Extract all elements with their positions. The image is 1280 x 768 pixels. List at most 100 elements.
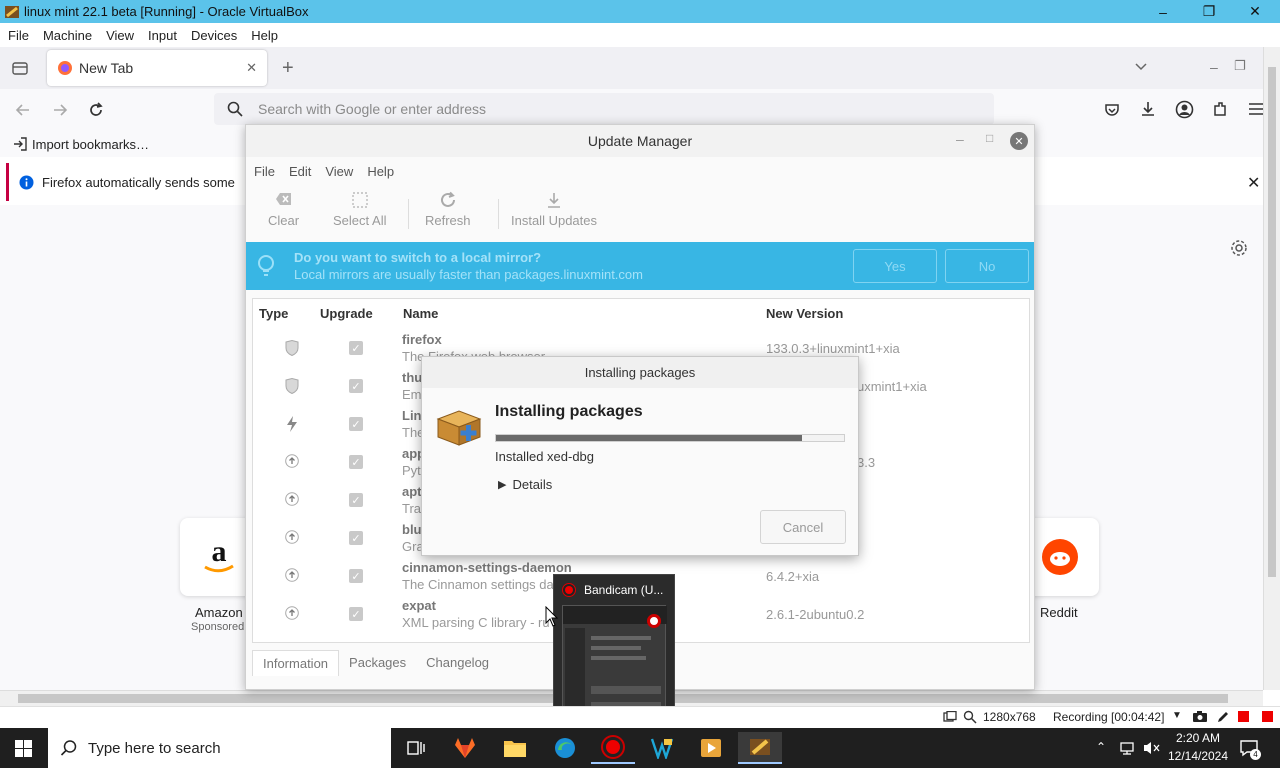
banner-yes-button[interactable]: Yes	[853, 249, 937, 283]
guest-restore-icon[interactable]: ❐	[1234, 58, 1246, 74]
task-view-icon[interactable]	[394, 732, 438, 764]
mouse-cursor-icon	[545, 606, 559, 628]
close-button[interactable]: ✕	[1232, 0, 1278, 23]
upgrade-checkbox[interactable]: ✓	[349, 455, 363, 469]
virtualbox-taskbar-icon[interactable]	[738, 732, 782, 764]
taskbar-clock-time[interactable]: 2:20 AM	[1168, 731, 1228, 745]
stop-red-square-icon-2[interactable]	[1262, 711, 1273, 722]
banner-no-button[interactable]: No	[945, 249, 1029, 283]
clear-button[interactable]: Clear	[268, 191, 299, 228]
upgrade-checkbox[interactable]: ✓	[349, 493, 363, 507]
screen-icon[interactable]	[943, 711, 957, 724]
vertical-scrollbar[interactable]	[1263, 47, 1280, 690]
column-header-name[interactable]: Name	[403, 299, 438, 329]
taskbar-search-box[interactable]: Type here to search	[48, 728, 391, 768]
zoom-magnifier-icon[interactable]	[963, 710, 977, 724]
um-menu-view[interactable]: View	[325, 164, 353, 179]
details-expander[interactable]: ▶ Details	[498, 477, 552, 492]
import-bookmarks-link[interactable]: Import bookmarks…	[32, 137, 149, 152]
bandicam-record-icon	[562, 583, 576, 597]
upgrade-checkbox[interactable]: ✓	[349, 341, 363, 355]
dialog-titlebar[interactable]: Installing packages	[422, 357, 858, 388]
edge-browser-icon[interactable]	[543, 732, 587, 764]
um-menu-help[interactable]: Help	[367, 164, 394, 179]
volume-muted-icon[interactable]	[1142, 740, 1160, 756]
account-icon[interactable]	[1175, 100, 1194, 119]
menu-help[interactable]: Help	[251, 28, 278, 43]
file-explorer-icon[interactable]	[493, 732, 537, 764]
taskbar-clock-date[interactable]: 12/14/2024	[1162, 749, 1234, 763]
um-maximize-icon[interactable]: □	[986, 131, 993, 145]
vertical-scroll-thumb[interactable]	[1268, 67, 1276, 577]
restore-button[interactable]: ❐	[1186, 0, 1232, 23]
gitlab-fox-icon[interactable]	[443, 732, 487, 764]
extensions-icon[interactable]	[1211, 100, 1229, 118]
cancel-button[interactable]: Cancel	[760, 510, 846, 544]
dropdown-arrow-icon[interactable]: ▼	[1172, 710, 1182, 721]
bandicam-taskbar-icon[interactable]	[591, 732, 635, 764]
pencil-icon[interactable]	[1216, 710, 1230, 724]
media-player-icon[interactable]	[689, 732, 733, 764]
info-icon	[19, 175, 34, 190]
minimize-button[interactable]: –	[1140, 0, 1186, 23]
um-menubar: File Edit View Help	[246, 157, 1034, 185]
windows-start-icon[interactable]	[15, 740, 32, 757]
um-menu-file[interactable]: File	[254, 164, 275, 179]
install-download-icon	[548, 193, 560, 208]
settings-gear-icon[interactable]	[1230, 239, 1248, 257]
tab-packages[interactable]: Packages	[339, 650, 416, 676]
url-bar[interactable]: Search with Google or enter address	[214, 93, 994, 125]
upgrade-checkbox[interactable]: ✓	[349, 531, 363, 545]
um-close-icon[interactable]: ✕	[1010, 132, 1028, 150]
network-icon[interactable]	[1119, 740, 1135, 756]
upgrade-checkbox[interactable]: ✓	[349, 607, 363, 621]
bandicam-thumbnail-popup[interactable]: Bandicam (U...	[553, 574, 675, 728]
shortcut-amazon-sponsored: Sponsored	[191, 621, 245, 633]
menu-file[interactable]: File	[8, 28, 29, 43]
column-header-upgrade[interactable]: Upgrade	[320, 299, 373, 329]
tab-information[interactable]: Information	[252, 650, 340, 676]
update-arrow-icon	[285, 568, 299, 582]
install-updates-button[interactable]: Install Updates	[511, 191, 597, 228]
vscode-like-app-icon[interactable]	[640, 732, 684, 764]
tray-chevron-up-icon[interactable]: ⌃	[1096, 740, 1106, 754]
um-minimize-icon[interactable]: –	[956, 131, 964, 147]
tab-close-icon[interactable]: ✕	[246, 60, 257, 76]
refresh-icon	[440, 191, 455, 207]
pocket-icon[interactable]	[1103, 101, 1121, 119]
update-manager-titlebar[interactable]: Update Manager – □ ✕	[246, 125, 1034, 157]
menu-input[interactable]: Input	[148, 28, 177, 43]
tab-list-chevron-icon[interactable]	[1134, 59, 1148, 73]
upgrade-checkbox[interactable]: ✓	[349, 417, 363, 431]
guest-minimize-icon[interactable]: –	[1210, 59, 1218, 75]
resolution-text: 1280x768	[983, 710, 1036, 724]
um-menu-edit[interactable]: Edit	[289, 164, 311, 179]
column-header-new-version[interactable]: New Version	[766, 299, 843, 329]
expander-triangle-icon: ▶	[498, 479, 507, 491]
dialog-title: Installing packages	[584, 365, 696, 380]
refresh-button[interactable]: Refresh	[425, 191, 471, 228]
select-all-button[interactable]: Select All	[333, 191, 386, 228]
back-arrow-icon[interactable]	[14, 101, 32, 119]
notice-close-icon[interactable]: ✕	[1247, 173, 1260, 193]
tab-new-tab[interactable]: New Tab ✕	[47, 50, 267, 86]
tab-changelog[interactable]: Changelog	[416, 650, 499, 676]
reload-icon[interactable]	[87, 101, 105, 119]
stop-red-square-icon[interactable]	[1238, 711, 1249, 722]
upgrade-checkbox[interactable]: ✓	[349, 569, 363, 583]
downloads-icon[interactable]	[1139, 100, 1157, 118]
upgrade-checkbox[interactable]: ✓	[349, 379, 363, 393]
shortcut-amazon-label: Amazon	[195, 605, 243, 620]
new-tab-plus-icon[interactable]: +	[282, 57, 294, 80]
bandicam-preview-thumbnail	[562, 605, 667, 721]
menu-devices[interactable]: Devices	[191, 28, 237, 43]
tab-overview-icon[interactable]	[11, 59, 29, 77]
column-header-type[interactable]: Type	[259, 299, 288, 329]
menu-view[interactable]: View	[106, 28, 134, 43]
select-all-icon	[352, 192, 368, 208]
forward-arrow-icon[interactable]	[51, 101, 69, 119]
camera-icon[interactable]	[1192, 710, 1208, 723]
amazon-logo-icon: a	[204, 537, 234, 573]
hamburger-menu-icon[interactable]	[1248, 101, 1264, 117]
menu-machine[interactable]: Machine	[43, 28, 92, 43]
